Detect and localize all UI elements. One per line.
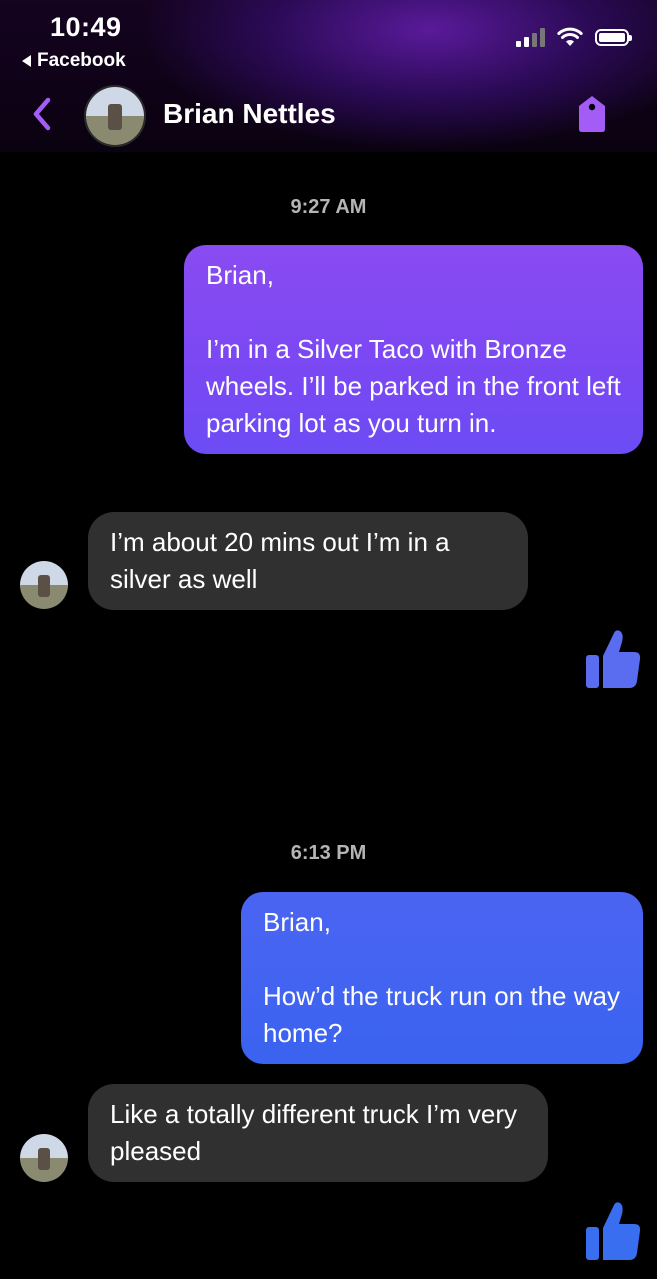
thumbs-up-icon[interactable] xyxy=(584,1200,642,1262)
status-icons xyxy=(516,27,632,47)
cellular-signal-icon xyxy=(516,27,545,47)
outgoing-message[interactable]: Brian, I’m in a Silver Taco with Bronze … xyxy=(184,245,643,454)
back-to-app-link[interactable]: Facebook xyxy=(22,50,126,72)
back-triangle-icon xyxy=(22,55,31,67)
timestamp: 6:13 PM xyxy=(290,842,367,864)
contact-avatar[interactable] xyxy=(84,85,146,147)
battery-icon xyxy=(595,28,632,46)
tag-icon[interactable] xyxy=(575,94,609,134)
status-time: 10:49 xyxy=(50,12,122,42)
back-app-label: Facebook xyxy=(37,50,126,71)
outgoing-message[interactable]: Brian, How’d the truck run on the way ho… xyxy=(241,892,643,1064)
thumbs-up-icon[interactable] xyxy=(584,628,642,690)
contact-avatar-small[interactable] xyxy=(20,561,68,609)
wifi-icon xyxy=(557,27,583,46)
incoming-message[interactable]: I’m about 20 mins out I’m in a silver as… xyxy=(88,512,528,610)
incoming-message[interactable]: Like a totally different truck I’m very … xyxy=(88,1084,548,1182)
contact-name[interactable]: Brian Nettles xyxy=(163,98,336,130)
back-chevron-icon[interactable] xyxy=(28,94,58,134)
timestamp: 9:27 AM xyxy=(290,196,367,218)
contact-avatar-small[interactable] xyxy=(20,1134,68,1182)
